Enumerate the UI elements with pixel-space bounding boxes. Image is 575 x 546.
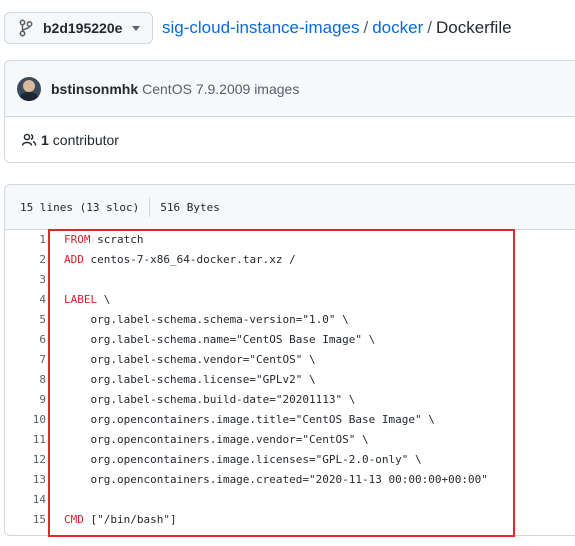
code-rest: org.label-schema.name="CentOS Base Image… <box>64 333 376 346</box>
code-text: org.opencontainers.image.created="2020-1… <box>64 470 488 490</box>
contributors-row[interactable]: 1 contributor <box>5 117 575 162</box>
code-rest: org.opencontainers.image.created="2020-1… <box>64 473 488 486</box>
code-line: 9 org.label-schema.build-date="20201113"… <box>5 390 575 410</box>
breadcrumb-separator: / <box>427 18 432 37</box>
line-number[interactable]: 3 <box>5 270 46 290</box>
code-text: org.opencontainers.image.vendor="CentOS"… <box>64 430 369 450</box>
code-rest: org.opencontainers.image.vendor="CentOS"… <box>64 433 369 446</box>
line-number[interactable]: 10 <box>5 410 46 430</box>
code-text: org.label-schema.schema-version="1.0" \ <box>64 310 349 330</box>
code-keyword: LABEL <box>64 293 98 306</box>
commit-message-link[interactable]: CentOS 7.9.2009 images <box>142 81 299 97</box>
code-text: ADD centos-7-x86_64-docker.tar.xz / <box>64 250 296 270</box>
code-text: org.label-schema.vendor="CentOS" \ <box>64 350 316 370</box>
code-rest: scratch <box>90 233 144 246</box>
branch-selector-button[interactable]: b2d195220e <box>4 12 153 44</box>
line-number[interactable]: 14 <box>5 490 46 510</box>
code-rest: org.label-schema.vendor="CentOS" \ <box>64 353 316 366</box>
line-number[interactable]: 15 <box>5 510 46 530</box>
latest-commit-box: bstinsonmhk CentOS 7.9.2009 images 1 con… <box>4 60 575 163</box>
code-line: 12 org.opencontainers.image.licenses="GP… <box>5 450 575 470</box>
code-keyword: CMD <box>64 513 84 526</box>
line-number[interactable]: 11 <box>5 430 46 450</box>
code-text: FROM scratch <box>64 230 143 250</box>
contributor-count: 1 <box>41 131 49 148</box>
file-line-count: 15 lines (13 sloc) <box>20 200 140 214</box>
commit-row: bstinsonmhk CentOS 7.9.2009 images <box>5 61 575 117</box>
code-line: 14 <box>5 490 575 510</box>
code-line: 15 CMD ["/bin/bash"] <box>5 510 575 530</box>
line-number[interactable]: 13 <box>5 470 46 490</box>
code-rest: centos-7-x86_64-docker.tar.xz / <box>83 253 296 266</box>
breadcrumb-current-file: Dockerfile <box>435 18 512 37</box>
line-number[interactable]: 9 <box>5 390 46 410</box>
line-number[interactable]: 2 <box>5 250 46 270</box>
code-line: 1 FROM scratch <box>5 230 575 250</box>
code-line: 8 org.label-schema.license="GPLv2" \ <box>5 370 575 390</box>
commit-author-link[interactable]: bstinsonmhk <box>51 81 138 97</box>
line-number[interactable]: 6 <box>5 330 46 350</box>
code-keyword: ADD <box>64 253 84 266</box>
code-rest: org.opencontainers.image.licenses="GPL-2… <box>64 453 422 466</box>
code-line: 3 <box>5 270 575 290</box>
code-line: 11 org.opencontainers.image.vendor="Cent… <box>5 430 575 450</box>
file-info-bar: 15 lines (13 sloc) 516 Bytes <box>5 185 575 230</box>
line-number[interactable]: 5 <box>5 310 46 330</box>
git-branch-icon <box>19 19 33 37</box>
code-rest: org.label-schema.license="GPLv2" \ <box>64 373 316 386</box>
code-line: 13 org.opencontainers.image.created="202… <box>5 470 575 490</box>
contributor-label: contributor <box>52 131 119 148</box>
code-rest: org.label-schema.schema-version="1.0" \ <box>64 313 349 326</box>
code-line: 6 org.label-schema.name="CentOS Base Ima… <box>5 330 575 350</box>
breadcrumb-separator: / <box>363 18 369 37</box>
branch-name: b2d195220e <box>43 20 123 36</box>
code-text: org.opencontainers.image.licenses="GPL-2… <box>64 450 422 470</box>
code-line: 5 org.label-schema.schema-version="1.0" … <box>5 310 575 330</box>
code-line: 7 org.label-schema.vendor="CentOS" \ <box>5 350 575 370</box>
code-text: org.label-schema.build-date="20201113" \ <box>64 390 355 410</box>
breadcrumb-folder-link[interactable]: docker <box>372 18 423 37</box>
breadcrumb-repo-link[interactable]: sig-cloud-instance-images <box>162 18 359 37</box>
line-number[interactable]: 8 <box>5 370 46 390</box>
code-rest: ["/bin/bash"] <box>83 513 177 526</box>
code-line: 2 ADD centos-7-x86_64-docker.tar.xz / <box>5 250 575 270</box>
avatar[interactable] <box>17 76 41 101</box>
breadcrumb: sig-cloud-instance-images / docker / Dockerf… <box>162 18 512 38</box>
code-line: 10 org.opencontainers.image.title="CentO… <box>5 410 575 430</box>
code-rest: org.label-schema.build-date="20201113" \ <box>64 393 356 406</box>
line-number[interactable]: 1 <box>5 230 46 250</box>
code-text: org.label-schema.name="CentOS Base Image… <box>64 330 375 350</box>
code-text: LABEL \ <box>64 290 110 310</box>
line-number[interactable]: 12 <box>5 450 46 470</box>
code-text: org.label-schema.license="GPLv2" \ <box>64 370 316 390</box>
divider <box>149 197 151 217</box>
code-rest: org.opencontainers.image.title="CentOS B… <box>64 413 435 426</box>
code-text: org.opencontainers.image.title="CentOS B… <box>64 410 435 430</box>
code-keyword: FROM <box>64 233 91 246</box>
people-icon <box>21 133 37 146</box>
chevron-down-icon <box>132 25 141 31</box>
file-viewer: 15 lines (13 sloc) 516 Bytes 1 FROM scrat… <box>4 184 575 536</box>
file-size: 516 Bytes <box>160 200 220 214</box>
code-rest: \ <box>97 293 111 306</box>
line-number[interactable]: 4 <box>5 290 46 310</box>
code-text: CMD ["/bin/bash"] <box>64 510 177 530</box>
line-number[interactable]: 7 <box>5 350 46 370</box>
code-line: 4 LABEL \ <box>5 290 575 310</box>
